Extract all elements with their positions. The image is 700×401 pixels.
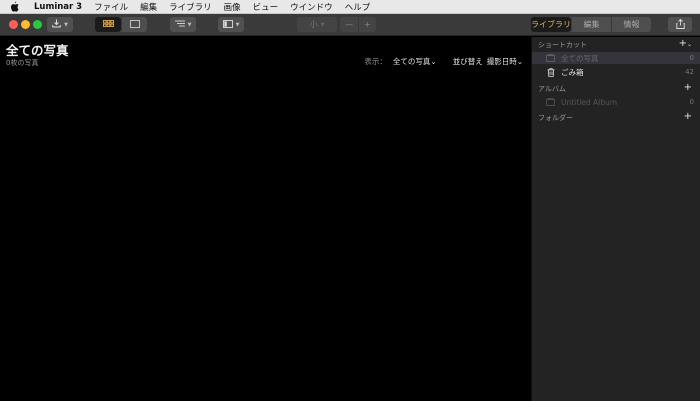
menu-library[interactable]: ライブラリ	[169, 1, 212, 13]
share-button[interactable]	[668, 17, 692, 32]
add-album-button[interactable]: +	[684, 83, 692, 93]
tab-library[interactable]: ライブラリ	[531, 17, 571, 32]
item-count: 42	[685, 68, 694, 76]
grid-icon	[102, 20, 114, 29]
menu-file[interactable]: ファイル	[94, 1, 128, 13]
menu-image[interactable]: 画像	[224, 1, 241, 13]
menu-edit[interactable]: 編集	[140, 1, 157, 13]
view-filter-select[interactable]: 全ての写真⌄	[393, 56, 437, 67]
item-count: 0	[689, 54, 694, 62]
page-title: 全ての写真	[6, 43, 69, 58]
trash-icon	[546, 67, 555, 77]
apple-icon[interactable]	[10, 1, 20, 12]
view-filter-label: 表示：	[364, 57, 387, 66]
zoom-out-button[interactable]: —	[340, 17, 358, 32]
tab-info[interactable]: 情報	[611, 17, 651, 32]
close-window-button[interactable]	[9, 20, 18, 29]
view-filter-value: 全ての写真	[392, 57, 431, 66]
photo-gallery: 全ての写真 0枚の写真 表示： 全ての写真⌄ 並び替え 撮影日時⌄	[0, 37, 531, 401]
plus-icon: +	[683, 111, 692, 122]
add-shortcut-button[interactable]: +⌄	[679, 39, 692, 49]
tab-edit[interactable]: 編集	[571, 17, 611, 32]
library-sidebar: ショートカット +⌄ 全ての写真 0 ごみ箱 42 アルバム + Untitle…	[531, 37, 700, 401]
toolbar: ▼ ▼ ▼ 小 ▼ — + ライブラリ 編集 情報	[0, 14, 700, 36]
chevron-down-icon: ▼	[235, 21, 240, 28]
gallery-filter-bar: 表示： 全ての写真⌄ 並び替え 撮影日時⌄	[364, 56, 523, 67]
minimize-window-button[interactable]	[21, 20, 30, 29]
gallery-view-button[interactable]	[95, 17, 121, 32]
sidebar-item-all-photos[interactable]: 全ての写真 0	[532, 52, 700, 64]
zoom-control: — +	[340, 17, 376, 32]
chevron-down-icon: ⌄	[430, 57, 437, 66]
sidebar-item-trash[interactable]: ごみ箱 42	[532, 66, 700, 78]
download-icon	[52, 19, 61, 30]
albums-header: アルバム	[538, 85, 566, 93]
sidebar-layout-button[interactable]: ▼	[218, 17, 244, 32]
sidebar-item-label: 全ての写真	[561, 53, 599, 63]
menu-window[interactable]: ウインドウ	[290, 1, 333, 13]
menu-bar: Luminar 3 ファイル 編集 ライブラリ 画像 ビュー ウインドウ ヘルプ	[0, 0, 700, 14]
zoom-window-button[interactable]	[33, 20, 42, 29]
menu-app-name[interactable]: Luminar 3	[34, 2, 82, 12]
module-tabs: ライブラリ 編集 情報	[531, 17, 651, 32]
sort-label: 並び替え	[452, 57, 483, 66]
chevron-down-icon: ⌄	[686, 41, 692, 48]
view-mode-toggle	[95, 17, 147, 32]
album-icon	[546, 98, 555, 107]
import-button[interactable]: ▼	[47, 17, 73, 32]
plus-icon: +	[678, 38, 687, 49]
menu-view[interactable]: ビュー	[253, 1, 279, 13]
zoom-in-button[interactable]: +	[358, 17, 376, 32]
photos-icon	[546, 54, 555, 63]
add-folder-button[interactable]: +	[684, 112, 692, 122]
chevron-down-icon: ▼	[320, 21, 325, 28]
plus-icon: +	[683, 82, 692, 93]
thumbnail-size-select[interactable]: 小 ▼	[297, 17, 337, 32]
folders-header: フォルダー	[538, 114, 573, 122]
item-count: 0	[689, 98, 694, 106]
thumbnail-size-value: 小	[309, 20, 318, 29]
single-view-button[interactable]	[121, 17, 147, 32]
sidebar-item-album[interactable]: Untitled Album 0	[532, 96, 700, 108]
sidebar-item-label: ごみ箱	[561, 67, 584, 77]
sort-select[interactable]: 撮影日時⌄	[487, 56, 523, 67]
single-image-icon	[129, 19, 140, 30]
photo-count: 0枚の写真	[6, 59, 39, 67]
shortcuts-header: ショートカット	[538, 41, 587, 49]
share-icon	[675, 18, 685, 31]
chevron-down-icon: ▼	[187, 21, 192, 28]
chevron-down-icon: ⌄	[516, 57, 523, 66]
list-icon	[174, 20, 185, 29]
sidebar-item-label: Untitled Album	[561, 97, 618, 107]
chevron-down-icon: ▼	[64, 21, 68, 28]
sort-options-button[interactable]: ▼	[170, 17, 196, 32]
sort-value: 撮影日時	[486, 57, 517, 66]
sidebar-icon	[222, 19, 233, 30]
menu-help[interactable]: ヘルプ	[345, 1, 371, 13]
